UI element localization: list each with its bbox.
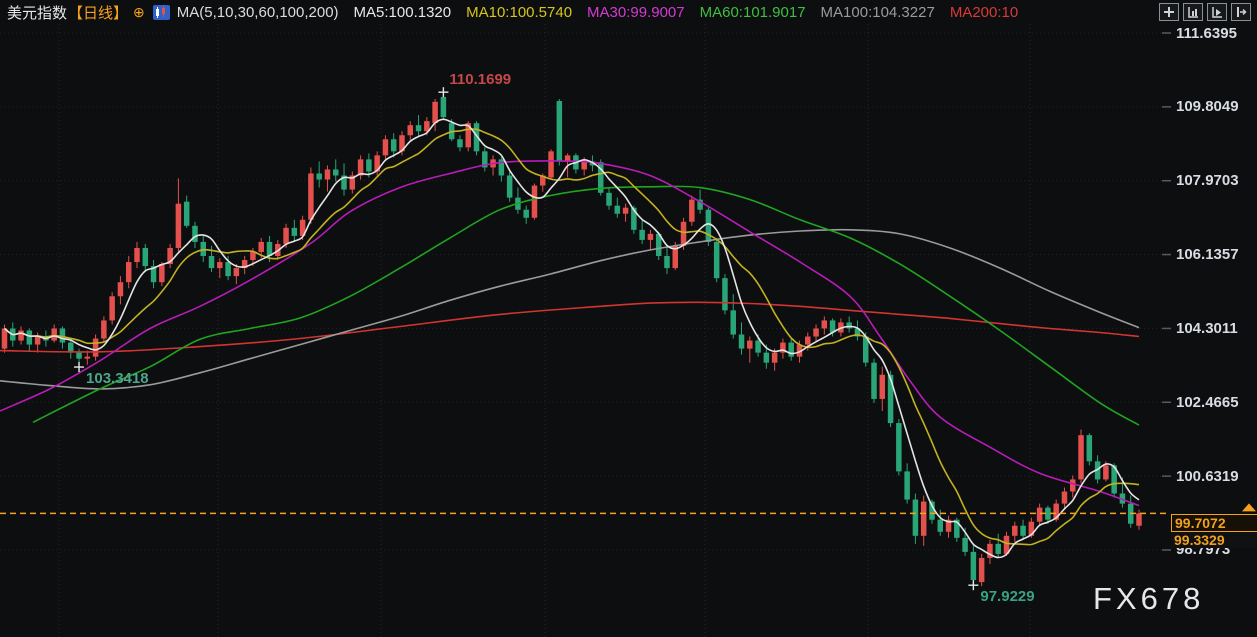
ma-value: MA30:99.9007: [587, 3, 685, 21]
ma-value: MA100:104.3227: [820, 3, 935, 21]
price-chart-canvas[interactable]: [0, 0, 1257, 637]
ma-overlay-label: MA(5,10,30,60,100,200): [176, 3, 339, 21]
ma-value: MA60:101.9017: [699, 3, 806, 21]
ma-value: MA10:100.5740: [466, 3, 573, 21]
window-controls: [1159, 3, 1251, 21]
kline-style-icon[interactable]: [152, 4, 170, 20]
ma-value: MA200:10: [949, 3, 1019, 21]
instrument-title: 美元指数: [7, 4, 68, 22]
add-indicator-icon[interactable]: ⊕: [133, 4, 145, 21]
split-screen-button[interactable]: [1159, 3, 1179, 21]
ma-values-row: MA5:100.1320 MA10:100.5740 MA30:99.9007 MA6…: [339, 4, 1019, 21]
chart-window: 111.6395 109.8049 107.9703 106.1357 104.3011…: [0, 0, 1257, 637]
playback-window-button[interactable]: [1207, 3, 1227, 21]
ma-value: MA5:100.1320: [353, 3, 452, 21]
timeframe-label: 【日线】: [68, 4, 129, 22]
chart-header: 美元指数 【日线】 ⊕ MA(5,10,30,60,100,200) MA5:1…: [0, 0, 1257, 24]
indicator-window-button[interactable]: [1183, 3, 1203, 21]
collapse-panel-button[interactable]: [1231, 3, 1251, 21]
